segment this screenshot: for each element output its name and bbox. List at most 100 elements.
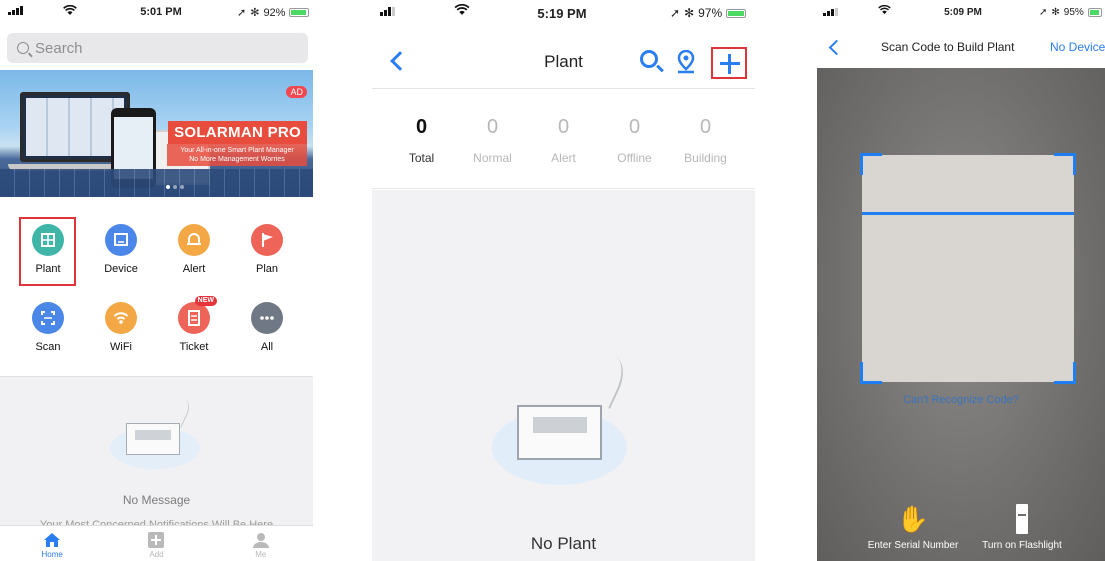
search-input[interactable]: Search — [7, 33, 308, 63]
feature-label: Plan — [255, 263, 279, 275]
no-device-button[interactable]: No Device — [1050, 40, 1105, 54]
status-bar: 5:09 PM ➚ ✻ 95% — [817, 0, 1105, 24]
tab-label: Home — [41, 550, 63, 559]
empty-box-icon — [517, 405, 602, 460]
flashlight-label: Turn on Flashlight — [982, 540, 1062, 551]
stat-label: Offline — [617, 151, 652, 165]
feature-plan[interactable]: Plan — [237, 214, 297, 284]
stat-value: 0 — [486, 116, 499, 138]
tab-label: Add — [149, 550, 164, 559]
feature-label: WiFi — [110, 341, 132, 353]
stat-value: 0 — [557, 116, 570, 138]
battery-icon — [726, 8, 747, 18]
location-icon: ➚ — [237, 7, 247, 19]
wifi-status-icon — [878, 4, 891, 18]
tab-label: Me — [255, 550, 267, 559]
stat-value: 0 — [415, 116, 428, 138]
frame-corner — [1054, 362, 1076, 384]
flashlight-icon — [1016, 504, 1028, 534]
enter-serial-button[interactable]: ✋ Enter Serial Number — [863, 504, 963, 551]
page-title: Plant — [544, 52, 583, 71]
new-badge: NEW — [194, 296, 217, 306]
stat-alert[interactable]: 0 Alert — [528, 90, 599, 188]
banner-tagline-2: No More Management Worries — [189, 156, 285, 163]
wifi-icon — [105, 302, 137, 334]
add-plant-button[interactable] — [711, 47, 747, 79]
feature-label: All — [260, 341, 274, 353]
tab-bar: Home Add Me — [0, 525, 313, 561]
stat-normal[interactable]: 0 Normal — [457, 90, 528, 188]
battery-percent: 97% — [698, 6, 723, 20]
add-icon — [148, 532, 165, 548]
search-icon — [17, 42, 29, 54]
ad-banner[interactable]: AD SOLARMAN PRO Your All-in-one Smart Pl… — [0, 70, 313, 197]
battery-percent: 95% — [1063, 7, 1084, 18]
message-area: No Message Your Most Concerned Notificat… — [0, 376, 313, 531]
status-time: 5:01 PM — [140, 6, 182, 18]
tab-add[interactable]: Add — [104, 526, 208, 561]
plant-highlight-box — [19, 217, 76, 286]
stat-label: Total — [408, 151, 435, 165]
tab-home[interactable]: Home — [0, 526, 104, 561]
stat-offline[interactable]: 0 Offline — [599, 90, 670, 188]
frame-corner — [860, 362, 882, 384]
plant-screen: 5:19 PM ➚ ✻ 97% Plant 0 Total 0 Normal 0… — [372, 0, 755, 561]
carousel-dots[interactable] — [166, 185, 184, 189]
stat-label: Normal — [473, 151, 512, 165]
signal-icon — [823, 7, 838, 16]
stat-total[interactable]: 0 Total — [386, 90, 457, 188]
camera-view: Can't Recognize Code? ✋ Enter Serial Num… — [817, 68, 1105, 561]
plant-stats: 0 Total 0 Normal 0 Alert 0 Offline 0 Bui… — [372, 90, 755, 189]
scan-screen: 5:09 PM ➚ ✻ 95% Scan Code to Build Plant… — [817, 0, 1105, 561]
stat-value: 0 — [628, 116, 641, 138]
home-screen: 5:01 PM ➚ ✻ 92% ϟ Search AD SOLARMAN PRO… — [0, 0, 313, 561]
empty-state: No Plant — [372, 190, 755, 561]
flag-icon — [251, 224, 283, 256]
bell-icon — [178, 224, 210, 256]
nav-bar: 5:09 PM ➚ ✻ 95% Scan Code to Build Plant… — [817, 0, 1105, 68]
wifi-status-icon — [63, 4, 77, 19]
scan-frame — [860, 153, 1076, 384]
cant-recognize-link[interactable]: Can't Recognize Code? — [817, 394, 1105, 406]
feature-label: Ticket — [179, 341, 209, 353]
signal-icon — [8, 6, 23, 15]
bluetooth-icon: ✻ — [684, 6, 695, 20]
status-time: 5:09 PM — [944, 7, 982, 18]
feature-label: Scan — [35, 341, 61, 353]
signal-icon — [380, 7, 395, 16]
back-button[interactable] — [828, 39, 845, 56]
status-bar: 5:01 PM ➚ ✻ 92% ϟ — [0, 0, 313, 24]
search-icon[interactable] — [640, 50, 658, 68]
leaf-icon — [582, 351, 632, 409]
tab-me[interactable]: Me — [209, 526, 313, 561]
feature-scan[interactable]: Scan — [18, 292, 78, 362]
stat-value: 0 — [699, 116, 712, 138]
feature-all[interactable]: All — [237, 292, 297, 362]
feature-alert[interactable]: Alert — [164, 214, 224, 284]
location-icon: ➚ — [670, 6, 681, 20]
page-title: Scan Code to Build Plant — [881, 40, 1015, 54]
ticket-icon: NEW — [178, 296, 217, 334]
status-time: 5:19 PM — [537, 6, 587, 21]
feature-label: Alert — [182, 263, 206, 275]
bluetooth-icon: ✻ — [1051, 7, 1060, 18]
feature-ticket[interactable]: NEW Ticket — [164, 292, 224, 362]
feature-wifi[interactable]: WiFi — [91, 292, 151, 362]
stat-label: Alert — [551, 151, 576, 165]
scan-icon — [32, 302, 64, 334]
location-icon: ➚ — [1039, 7, 1048, 18]
banner-brand: SOLARMAN PRO — [168, 121, 307, 144]
feature-device[interactable]: Device — [91, 214, 151, 284]
status-bar: 5:19 PM ➚ ✻ 97% — [372, 0, 755, 24]
frame-corner — [1054, 153, 1076, 175]
more-icon — [251, 302, 283, 334]
banner-tagline: Your All-in-one Smart Plant Manager No M… — [167, 144, 307, 166]
no-plant-text: No Plant — [530, 534, 597, 553]
flashlight-button[interactable]: Turn on Flashlight — [972, 504, 1072, 551]
person-icon — [252, 533, 269, 548]
stat-building[interactable]: 0 Building — [670, 90, 741, 188]
no-message-title: No Message — [122, 493, 191, 507]
hand-icon: ✋ — [896, 504, 930, 534]
banner-tagline-1: Your All-in-one Smart Plant Manager — [180, 147, 294, 154]
location-pin-icon[interactable] — [677, 50, 695, 74]
